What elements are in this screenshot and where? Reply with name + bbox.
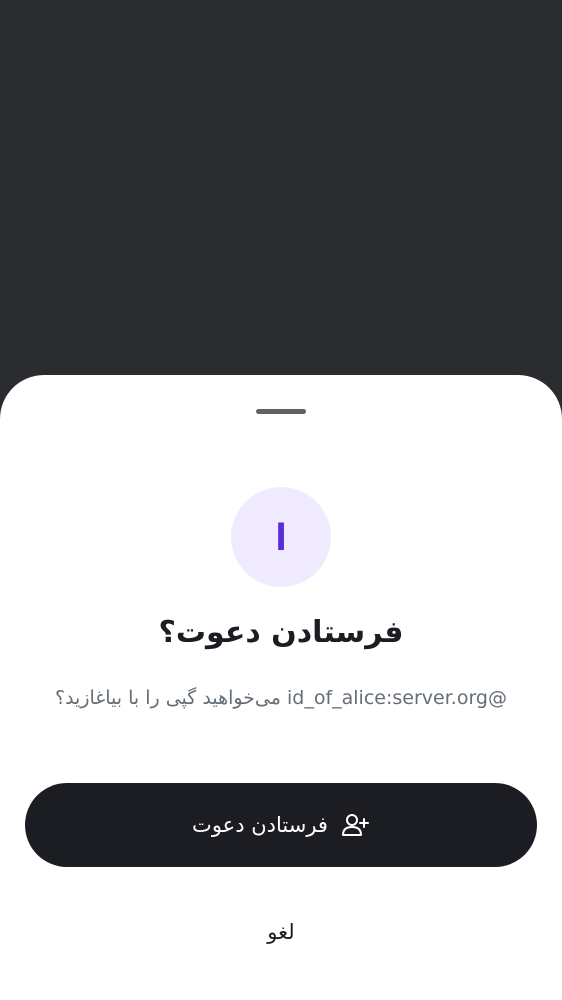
cancel-button[interactable]: لغو	[231, 910, 331, 954]
avatar: I	[231, 487, 331, 587]
avatar-initial: I	[275, 515, 287, 559]
send-invite-button[interactable]: فرستادن دعوت	[25, 783, 537, 867]
bottom-sheet-dialog: I فرستادن دعوت؟ @id_of_alice:server.org …	[0, 375, 562, 1000]
drag-handle[interactable]	[256, 409, 306, 414]
send-invite-button-label: فرستادن دعوت	[192, 813, 328, 837]
dialog-message: @id_of_alice:server.org می‌خواهید گپی را…	[55, 687, 507, 709]
user-add-icon	[340, 810, 370, 840]
dialog-title: فرستادن دعوت؟	[158, 615, 404, 650]
